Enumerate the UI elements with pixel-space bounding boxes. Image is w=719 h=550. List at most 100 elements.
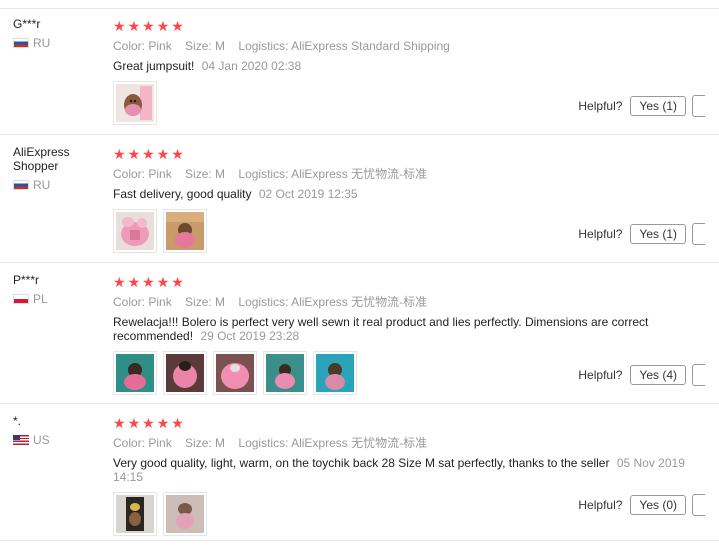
order-logistics: Logistics: AliExpress Standard Shipping [238, 39, 450, 53]
helpful-row: Helpful? Yes (4) [578, 364, 705, 386]
review-content: ★★★★★ Color: Pink Size: M Logistics: Ali… [113, 275, 705, 395]
order-logistics: Logistics: AliExpress 无忧物流-标准 [238, 436, 428, 450]
star-rating: ★★★★★ [113, 416, 703, 430]
usa-flag-icon [13, 435, 29, 445]
order-color: Color: Pink [113, 167, 172, 181]
helpful-row: Helpful? Yes (1) [578, 223, 705, 245]
order-info: Color: Pink Size: M Logistics: AliExpres… [113, 39, 703, 53]
reviewer-info: *. US [13, 414, 103, 447]
dog-photo-image [116, 495, 154, 533]
order-color: Color: Pink [113, 39, 172, 53]
dog-photo-image [116, 212, 154, 250]
order-logistics: Logistics: AliExpress 无忧物流-标准 [238, 295, 428, 309]
reviewer-name: *. [13, 414, 22, 428]
star-icon: ★ [142, 415, 156, 431]
star-icon: ★ [142, 18, 156, 34]
star-icon: ★ [156, 415, 171, 431]
helpful-label: Helpful? [578, 498, 623, 512]
helpful-label: Helpful? [578, 227, 623, 241]
star-icon: ★ [113, 18, 127, 34]
review-text: Rewelacja!!! Bolero is perfect very well… [113, 315, 649, 343]
dog-photo-image [116, 84, 154, 122]
review-content: ★★★★★ Color: Pink Size: M Logistics: Ali… [113, 147, 705, 253]
order-info: Color: Pink Size: M Logistics: AliExpres… [113, 167, 703, 181]
star-icon: ★ [127, 274, 142, 290]
review-photo-thumbnail[interactable] [313, 351, 357, 395]
reviewer-country: RU [13, 36, 103, 50]
review-photo-thumbnail[interactable] [113, 209, 157, 253]
dog-photo-image [316, 354, 354, 392]
star-icon: ★ [113, 415, 127, 431]
star-icon: ★ [156, 146, 171, 162]
reviewer-info: G***r RU [13, 17, 103, 50]
helpful-label: Helpful? [578, 99, 623, 113]
star-icon: ★ [171, 415, 185, 431]
helpful-label: Helpful? [578, 368, 623, 382]
helpful-no-button[interactable] [692, 95, 705, 117]
review-photo-thumbnail[interactable] [163, 209, 207, 253]
review-item: P***r PL ★★★★★ Color: Pink Size: M Logis… [0, 263, 719, 404]
reviewer-info: AliExpress Shopper RU [13, 145, 103, 192]
star-icon: ★ [127, 415, 142, 431]
dog-photo-image [166, 495, 204, 533]
review-photo-thumbnail[interactable] [263, 351, 307, 395]
reviewer-name: G***r [13, 17, 41, 31]
review-photo-thumbnail[interactable] [163, 351, 207, 395]
star-icon: ★ [142, 274, 156, 290]
helpful-yes-button[interactable]: Yes (1) [630, 224, 686, 244]
review-date: 04 Jan 2020 02:38 [201, 59, 302, 73]
review-date: 02 Oct 2019 12:35 [258, 187, 358, 201]
helpful-row: Helpful? Yes (1) [578, 95, 705, 117]
order-color: Color: Pink [113, 295, 172, 309]
russia-flag-icon [13, 38, 29, 48]
star-icon: ★ [156, 274, 171, 290]
review-photo-thumbnail[interactable] [163, 492, 207, 536]
review-text-line: Great jumpsuit! 04 Jan 2020 02:38 [113, 59, 703, 73]
dog-photo-image [116, 354, 154, 392]
review-text-line: Fast delivery, good quality 02 Oct 2019 … [113, 187, 703, 201]
star-icon: ★ [171, 18, 185, 34]
order-logistics: Logistics: AliExpress 无忧物流-标准 [238, 167, 428, 181]
dog-photo-image [216, 354, 254, 392]
helpful-no-button[interactable] [692, 494, 705, 516]
country-code: RU [33, 178, 51, 192]
order-info: Color: Pink Size: M Logistics: AliExpres… [113, 295, 703, 309]
country-code: RU [33, 36, 51, 50]
review-photo-thumbnail[interactable] [213, 351, 257, 395]
review-photo-thumbnail[interactable] [113, 81, 157, 125]
helpful-no-button[interactable] [692, 223, 705, 245]
helpful-no-button[interactable] [692, 364, 705, 386]
dog-photo-image [166, 212, 204, 250]
order-size: Size: M [185, 39, 226, 53]
helpful-yes-button[interactable]: Yes (0) [630, 495, 686, 515]
review-item: AliExpress Shopper RU ★★★★★ Color: Pink … [0, 135, 719, 263]
reviewer-name: AliExpress Shopper [13, 145, 70, 173]
country-code: PL [33, 292, 48, 306]
star-rating: ★★★★★ [113, 147, 703, 161]
reviewer-country: US [13, 433, 103, 447]
review-text-line: Very good quality, light, warm, on the t… [113, 456, 693, 484]
helpful-yes-button[interactable]: Yes (1) [630, 96, 686, 116]
review-item: *. US ★★★★★ Color: Pink Size: M Logistic… [0, 404, 719, 541]
russia-flag-icon [13, 180, 29, 190]
review-content: ★★★★★ Color: Pink Size: M Logistics: Ali… [113, 416, 705, 536]
review-item: G***r RU ★★★★★ Color: Pink Size: M Logis… [0, 9, 719, 135]
review-photo-thumbnail[interactable] [113, 351, 157, 395]
helpful-row: Helpful? Yes (0) [578, 494, 705, 516]
order-size: Size: M [185, 295, 226, 309]
star-icon: ★ [171, 146, 185, 162]
helpful-yes-button[interactable]: Yes (4) [630, 365, 686, 385]
star-rating: ★★★★★ [113, 275, 703, 289]
review-photo-thumbnail[interactable] [113, 492, 157, 536]
star-icon: ★ [156, 18, 171, 34]
order-size: Size: M [185, 167, 226, 181]
reviewer-country: RU [13, 178, 103, 192]
order-color: Color: Pink [113, 436, 172, 450]
review-date: 29 Oct 2019 23:28 [200, 329, 300, 343]
dog-photo-image [266, 354, 304, 392]
reviewer-info: P***r PL [13, 273, 103, 306]
star-rating: ★★★★★ [113, 19, 703, 33]
review-text: Fast delivery, good quality [113, 187, 252, 201]
poland-flag-icon [13, 294, 29, 304]
dog-photo-image [166, 354, 204, 392]
